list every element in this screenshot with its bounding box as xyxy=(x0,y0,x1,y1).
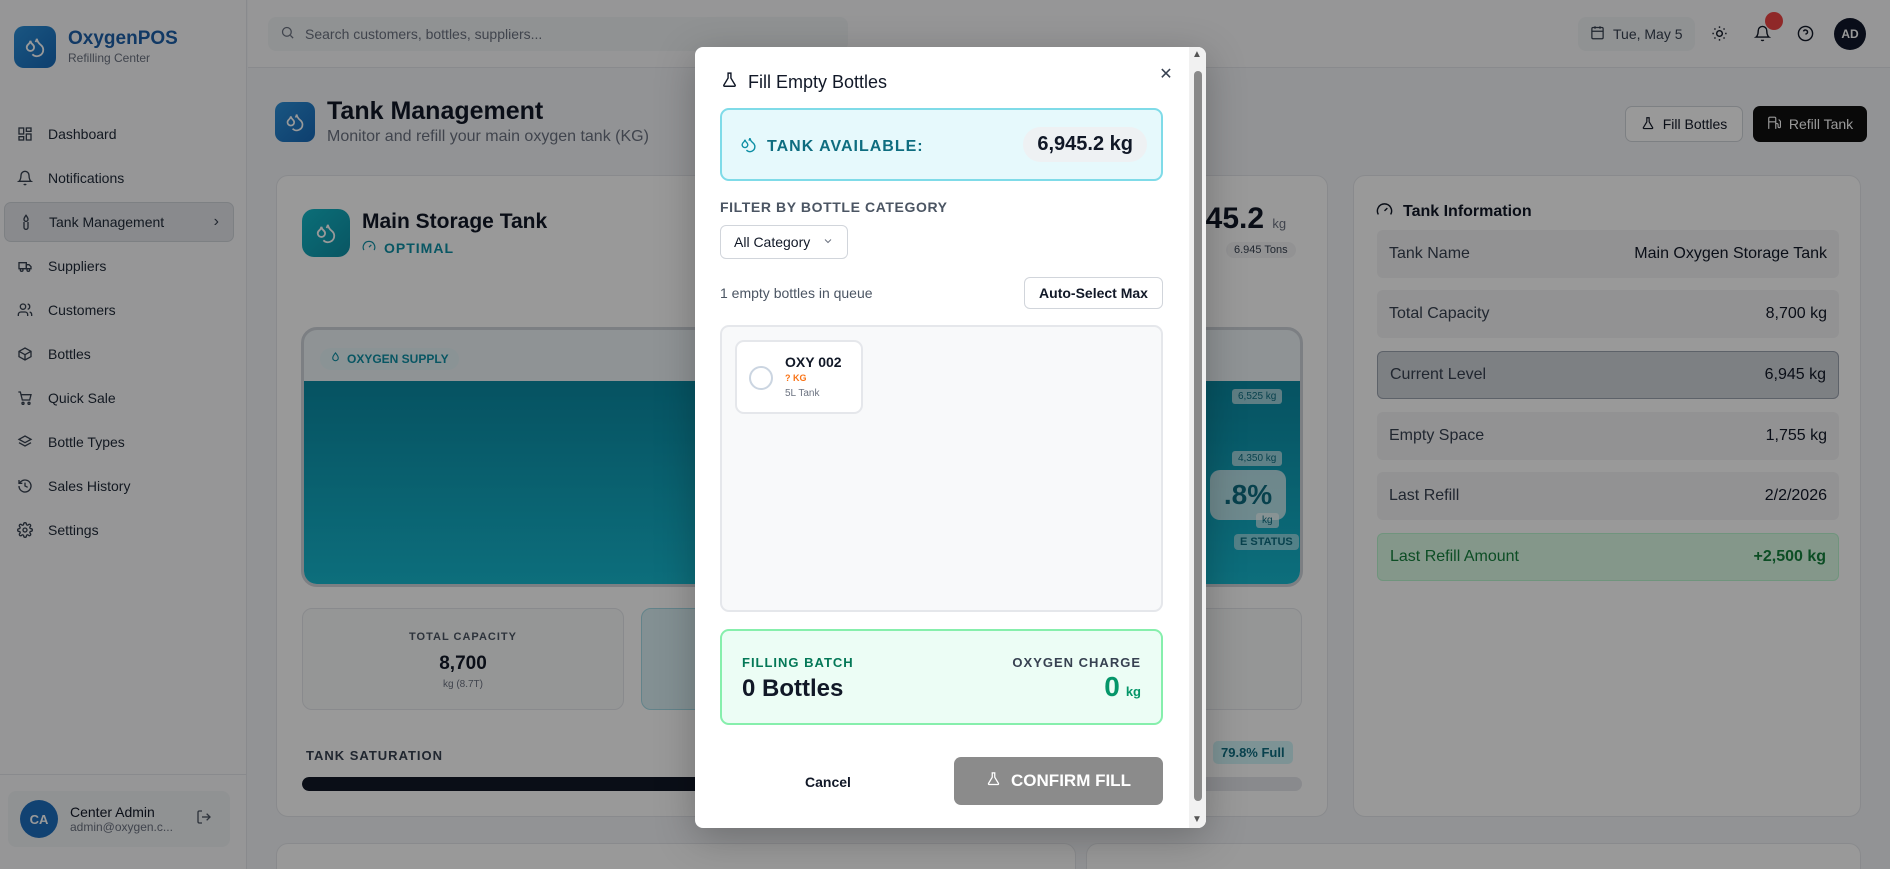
scroll-up-icon[interactable]: ▲ xyxy=(1192,49,1202,60)
oxygen-charge: 0 kg xyxy=(1104,671,1141,703)
droplet-icon xyxy=(740,136,757,158)
modal-scrollbar[interactable]: ▲ ▼ xyxy=(1189,47,1206,828)
close-icon[interactable]: ✕ xyxy=(1154,62,1178,86)
bottle-type: 5L Tank xyxy=(785,388,820,399)
tank-available-label: TANK AVAILABLE: xyxy=(740,136,924,158)
filling-batch-value: 0 Bottles xyxy=(742,675,844,702)
scroll-down-icon[interactable]: ▼ xyxy=(1192,814,1202,825)
filling-batch-label: FILLING BATCH xyxy=(742,655,854,670)
bottle-name: OXY 002 xyxy=(785,354,842,370)
flask-icon xyxy=(986,771,1001,791)
oxygen-charge-value: 0 xyxy=(1104,671,1120,702)
oxygen-charge-unit: kg xyxy=(1125,684,1141,699)
tank-available-value: 6,945.2 kg xyxy=(1023,127,1147,162)
oxygen-charge-label: OXYGEN CHARGE xyxy=(1012,655,1141,670)
modal-title: Fill Empty Bottles xyxy=(721,71,887,93)
confirm-fill-label: CONFIRM FILL xyxy=(1011,771,1131,790)
bottle-checkbox[interactable] xyxy=(749,366,773,390)
category-select-value: All Category xyxy=(734,234,811,250)
category-select[interactable]: All Category xyxy=(720,225,848,259)
cancel-button[interactable]: Cancel xyxy=(795,770,861,794)
fill-bottles-modal: Fill Empty Bottles ✕ TANK AVAILABLE: 6,9… xyxy=(695,47,1206,828)
queue-count: 1 empty bottles in queue xyxy=(720,285,873,301)
tank-available-text: TANK AVAILABLE: xyxy=(767,138,924,155)
confirm-fill-button[interactable]: CONFIRM FILL xyxy=(954,757,1163,805)
tank-available-panel: TANK AVAILABLE: 6,945.2 kg xyxy=(720,108,1163,181)
bottle-kg: ? KG xyxy=(785,373,807,383)
bottle-list: OXY 002 ? KG 5L Tank xyxy=(720,325,1163,612)
auto-select-max-button[interactable]: Auto-Select Max xyxy=(1024,277,1163,309)
filling-batch-summary: FILLING BATCH 0 Bottles OXYGEN CHARGE 0k… xyxy=(720,629,1163,725)
modal-title-text: Fill Empty Bottles xyxy=(748,71,888,92)
bottle-card[interactable]: OXY 002 ? KG 5L Tank xyxy=(735,340,863,414)
chevron-down-icon xyxy=(822,234,834,250)
flask-icon xyxy=(721,71,738,93)
filter-label: FILTER BY BOTTLE CATEGORY xyxy=(720,199,948,215)
scrollbar-thumb[interactable] xyxy=(1194,71,1202,801)
